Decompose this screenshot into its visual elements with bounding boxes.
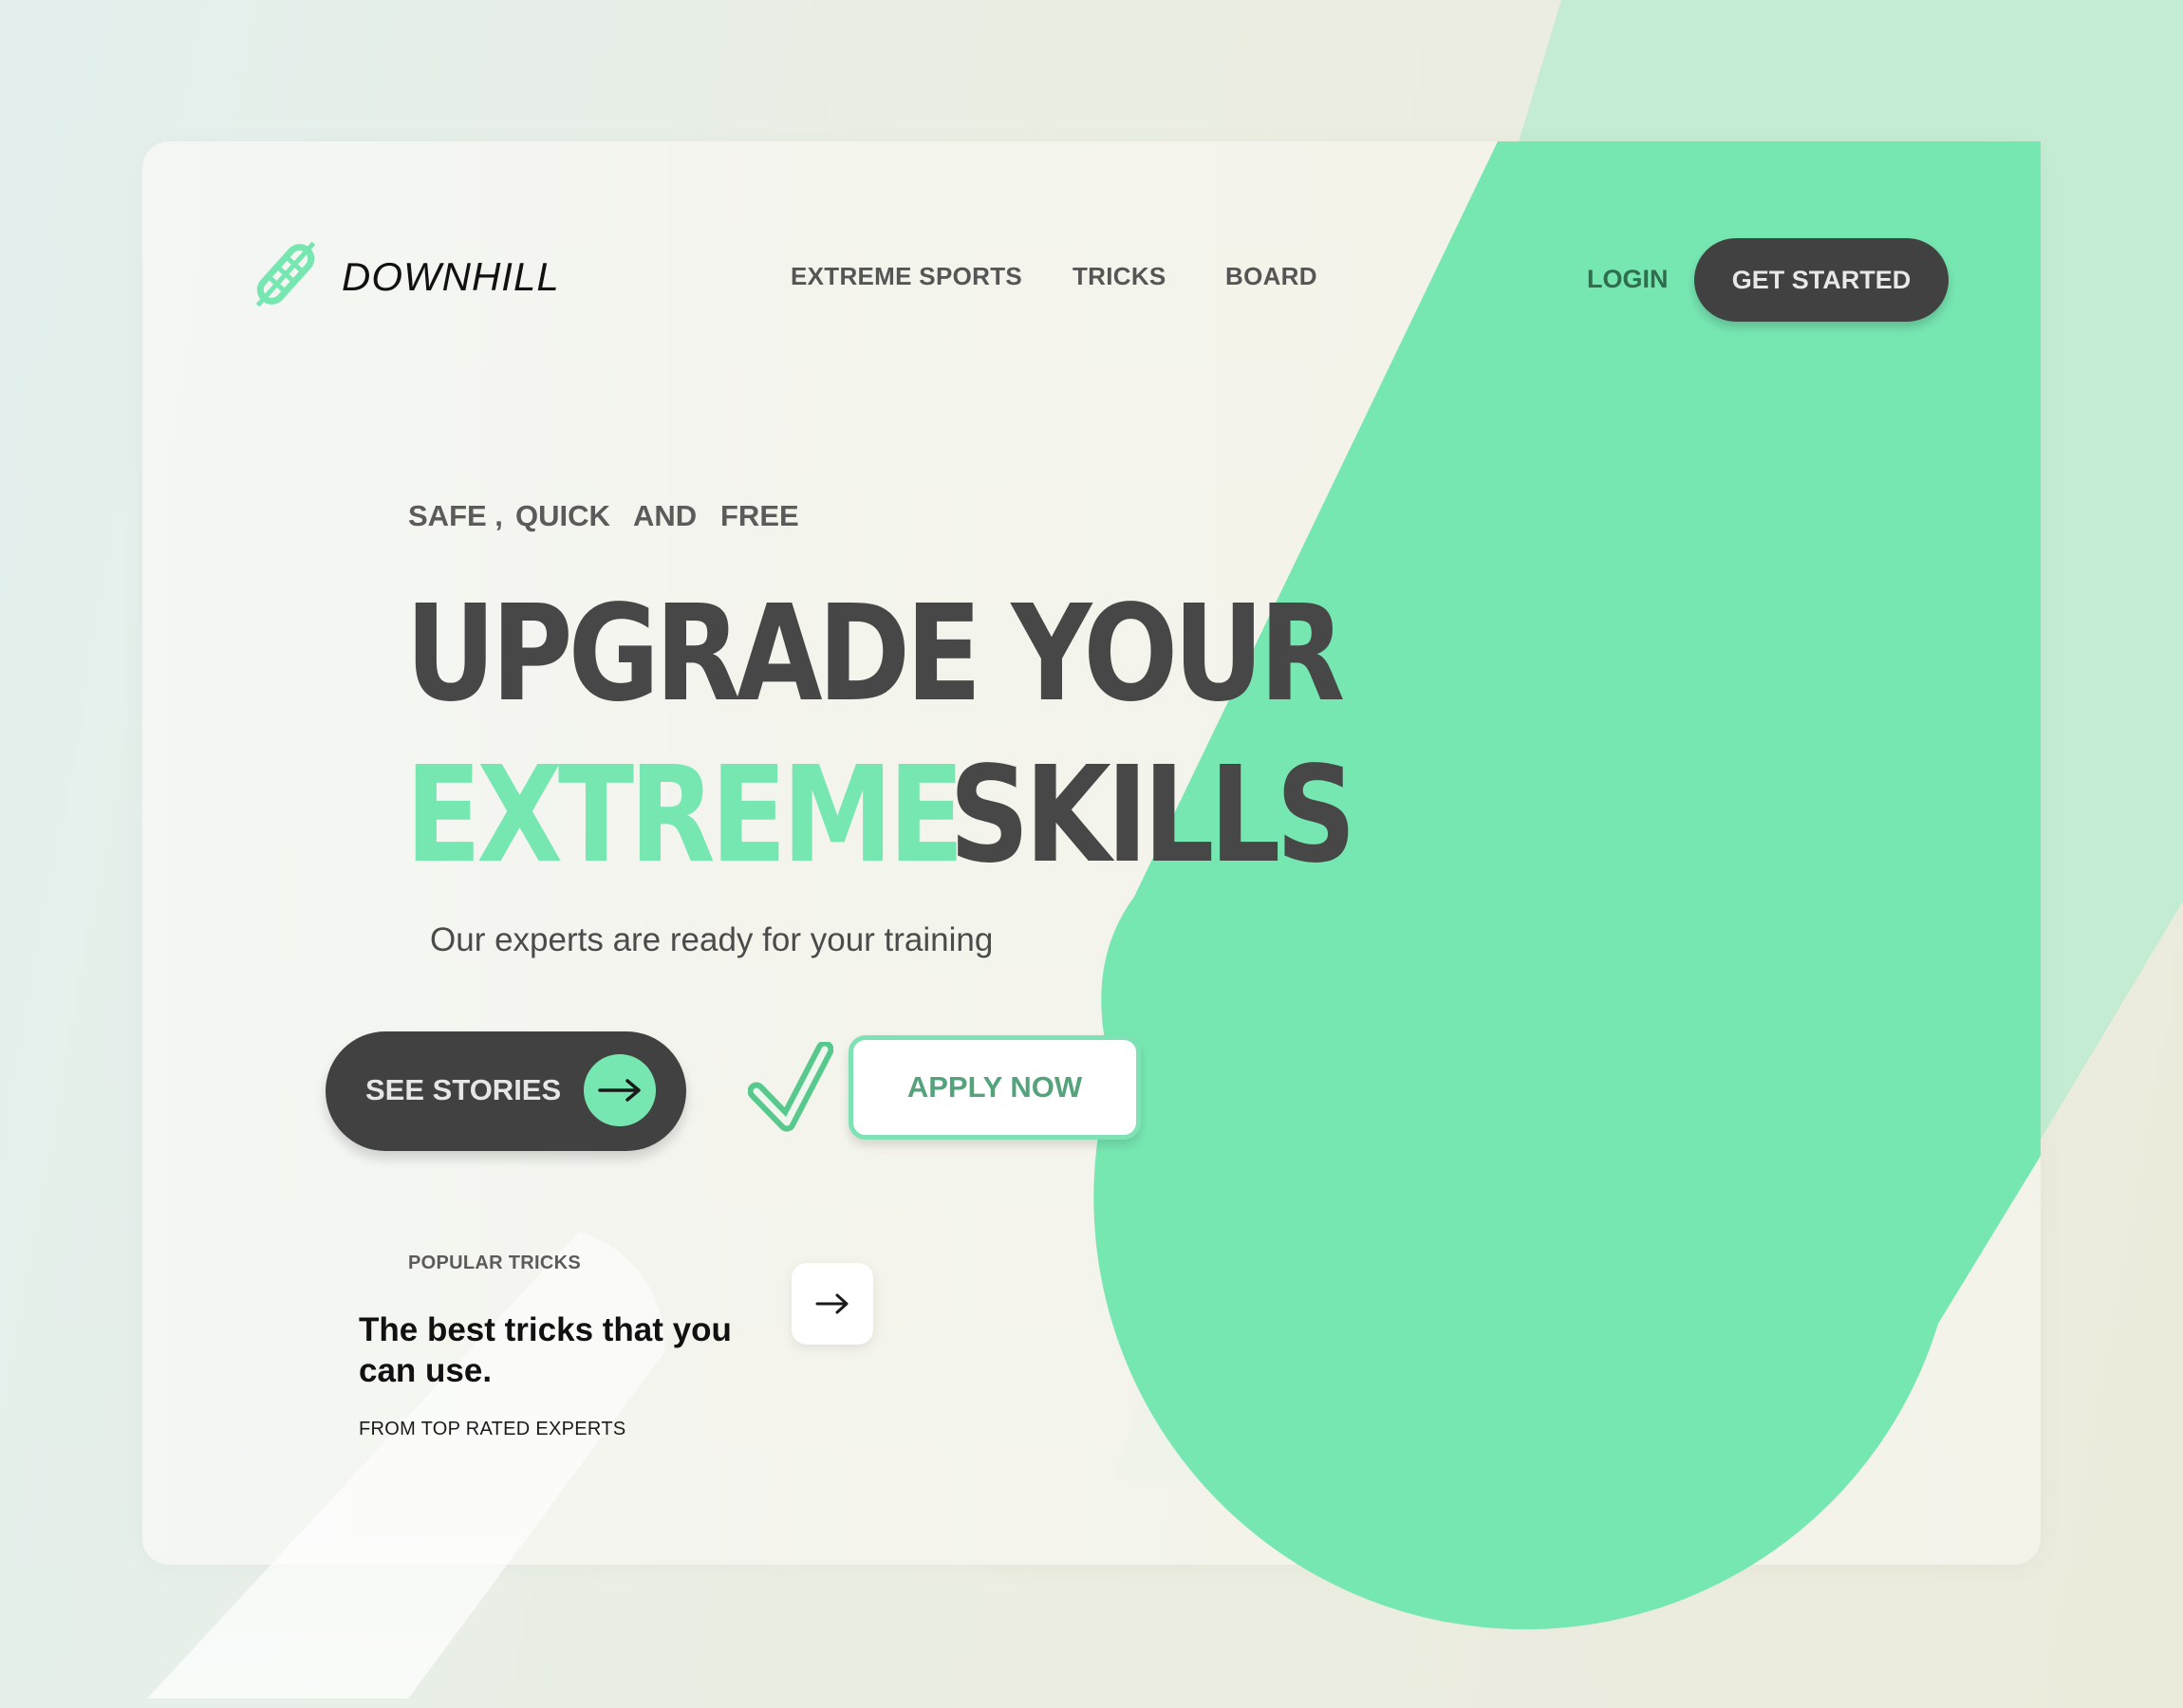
headline-line-2: SKILLS	[949, 738, 1356, 893]
headline-line-1: UPGRADE YOUR	[405, 577, 1345, 732]
popular-tricks-subtitle: FROM TOP RATED EXPERTS	[359, 1419, 626, 1439]
popular-tricks-next-button[interactable]	[792, 1263, 873, 1345]
skateboard-icon	[255, 241, 316, 307]
see-stories-label: SEE STORIES	[365, 1073, 562, 1106]
arrow-right-icon	[815, 1293, 849, 1314]
tagline-and: AND	[633, 499, 698, 532]
arrow-right-icon	[584, 1054, 656, 1126]
tagline-free: FREE	[720, 499, 799, 532]
checkmark-icon	[747, 1040, 834, 1133]
brand-name[interactable]: DOWNHILL	[342, 254, 560, 300]
headline-accent: EXTREME	[405, 738, 964, 893]
popular-tricks-label: POPULAR TRICKS	[408, 1253, 581, 1273]
nav-tricks[interactable]: TRICKS	[1073, 262, 1166, 291]
nav-extreme-sports[interactable]: EXTREME SPORTS	[791, 262, 1022, 291]
nav-board[interactable]: BOARD	[1225, 262, 1317, 291]
apply-now-button[interactable]: APPLY NOW	[849, 1035, 1141, 1140]
get-started-button[interactable]: GET STARTED	[1694, 238, 1949, 322]
logo[interactable]	[250, 233, 322, 315]
hero-subtitle: Our experts are ready for your training	[430, 921, 994, 958]
tagline-safe: SAFE ,	[408, 499, 503, 532]
tagline-quick: QUICK	[515, 499, 610, 532]
popular-tricks-title: The best tricks that you can use.	[359, 1311, 732, 1389]
login-link[interactable]: LOGIN	[1587, 265, 1669, 294]
see-stories-button[interactable]: SEE STORIES	[326, 1031, 686, 1151]
